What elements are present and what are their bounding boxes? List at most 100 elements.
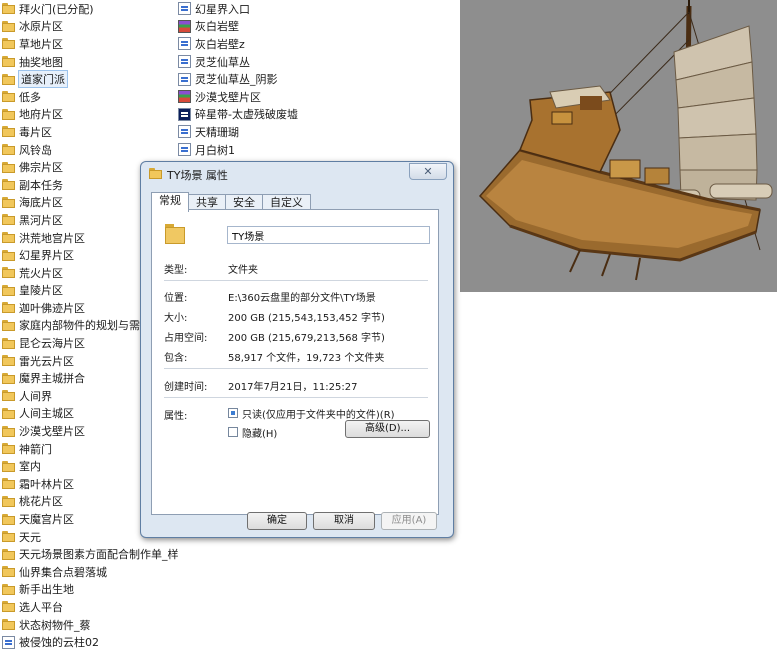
file-list-left-item-label: 沙漠戈壁片区 — [19, 425, 85, 439]
file-list-right-item[interactable]: 碎星带-太虚残破废墟 — [178, 106, 318, 124]
file-list-left-item-label: 昆仑云海片区 — [19, 337, 85, 351]
file-list-right-item[interactable]: 灵芝仙草丛 — [178, 53, 318, 71]
apply-button[interactable]: 应用(A) — [381, 512, 437, 530]
file-list-left-item-label: 地府片区 — [19, 108, 63, 122]
file-list-left-item-label: 被侵蚀的云柱02 — [19, 636, 99, 650]
folder-icon — [2, 3, 15, 15]
file-list-left-item-label: 皇陵片区 — [19, 284, 63, 298]
file-list-left-item[interactable]: 仙界集合点碧落城 — [2, 563, 172, 581]
file-list-right-item-label: 灰白岩壁 — [195, 20, 239, 34]
file-list-right-item[interactable]: 灰白岩壁z — [178, 35, 318, 53]
folder-icon — [149, 168, 162, 179]
file-icon — [178, 37, 191, 51]
dialog-title: TY场景 属性 — [167, 169, 228, 182]
folder-icon — [2, 91, 15, 103]
file-list-left-item-label: 荒火片区 — [19, 266, 63, 280]
folder-icon — [2, 144, 15, 156]
folder-icon — [2, 407, 15, 419]
file-list-right-item[interactable]: 灰白岩壁 — [178, 18, 318, 36]
file-list-left-item[interactable]: 低多 — [2, 88, 172, 106]
file-list-right-item[interactable]: 幻星界入口 — [178, 0, 318, 18]
file-list-left-item-label: 神箭门 — [19, 442, 52, 456]
file-list-left-item-label: 黑河片区 — [19, 213, 63, 227]
file-list-left-item-label: 室内 — [19, 460, 41, 474]
folder-icon — [2, 372, 15, 384]
file-list-left-item-label: 幻星界片区 — [19, 249, 74, 263]
file-icon — [178, 143, 191, 157]
file-list-right-item[interactable]: 月白树1 — [178, 141, 318, 159]
file-list-left-item-label: 雷光云片区 — [19, 354, 74, 368]
file-list-left-item[interactable]: 新手出生地 — [2, 581, 172, 599]
cancel-button[interactable]: 取消 — [313, 512, 375, 530]
file-list-left-item[interactable]: 道家门派 — [2, 70, 172, 89]
divider — [164, 397, 428, 398]
file-list-right-item-label: 灰白岩壁z — [195, 37, 245, 51]
folder-icon — [2, 267, 15, 279]
location-label: 位置: — [164, 293, 188, 304]
tab-general[interactable]: 常规 — [151, 192, 189, 212]
folder-icon — [2, 284, 15, 296]
file-list-right-item[interactable]: 沙漠戈壁片区 — [178, 88, 318, 106]
file-list-left-item-label: 风铃岛 — [19, 143, 52, 157]
folder-icon — [2, 478, 15, 490]
file-icon — [178, 72, 191, 86]
file-list-right-item-label: 幻星界入口 — [195, 2, 250, 16]
advanced-button[interactable]: 高级(D)... — [345, 420, 430, 438]
file-list-left-item-label: 仙界集合点碧落城 — [19, 565, 107, 579]
readonly-checkbox[interactable] — [228, 408, 238, 418]
ok-button[interactable]: 确定 — [247, 512, 307, 530]
file-list-right-item-label: 月白树1 — [195, 143, 235, 157]
file-list-left-item[interactable]: 状态树物件_蔡 — [2, 616, 172, 634]
file-list-right-item-label: 灵芝仙草丛_阴影 — [195, 73, 278, 87]
dialog-titlebar[interactable]: TY场景 属性 ✕ — [141, 162, 453, 184]
file-list-left-item-label: 人间界 — [19, 389, 52, 403]
archive-icon — [178, 90, 191, 104]
properties-dialog: TY场景 属性 ✕ 常规 共享 安全 自定义 类型: 文件夹 位置: E:\36… — [140, 161, 454, 538]
file-list-left-item-label: 桃花片区 — [19, 495, 63, 509]
file-list-left-item-label: 状态树物件_蔡 — [19, 618, 91, 632]
folder-icon — [2, 161, 15, 173]
file-list-left-item[interactable]: 抽奖地图 — [2, 53, 172, 71]
file-list-left-item-label: 天魔宫片区 — [19, 513, 74, 527]
file-list-left-item[interactable]: 天元场景图素方面配合制作单_样 — [2, 545, 179, 563]
file-list-right-item[interactable]: 灵芝仙草丛_阴影 — [178, 70, 318, 88]
folder-icon — [2, 179, 15, 191]
file-list-left-item[interactable]: 拜火门(已分配) — [2, 0, 172, 18]
folder-icon — [2, 460, 15, 472]
file-list-left-item[interactable]: 被侵蚀的云柱02 — [2, 633, 172, 651]
general-panel: 类型: 文件夹 位置: E:\360云盘里的部分文件\TY场景 大小: 200 … — [151, 209, 439, 515]
folder-icon — [2, 196, 15, 208]
archive-icon — [178, 19, 191, 33]
file-list-left-item[interactable]: 毒片区 — [2, 123, 172, 141]
file-list-left-item[interactable]: 选人平台 — [2, 598, 172, 616]
folder-icon — [2, 390, 15, 402]
folder-icon — [2, 425, 15, 437]
file-list-left-item[interactable]: 风铃岛 — [2, 141, 172, 159]
tab-strip: 常规 共享 安全 自定义 — [151, 192, 311, 212]
divider — [164, 368, 428, 369]
file-list-left-item[interactable]: 地府片区 — [2, 106, 172, 124]
folder-name-input[interactable] — [227, 226, 430, 244]
file-list-left-item-label: 抽奖地图 — [19, 55, 63, 69]
file-list-right-item-label: 沙漠戈壁片区 — [195, 90, 261, 104]
file-list-left-item-label: 新手出生地 — [19, 583, 74, 597]
hidden-checkbox[interactable] — [228, 427, 238, 437]
file-list-left-item-label: 海底片区 — [19, 196, 63, 210]
file-list-left-item[interactable]: 冰原片区 — [2, 18, 172, 36]
file-list-right-item[interactable]: 天精珊瑚 — [178, 123, 318, 141]
binary-icon — [178, 107, 191, 121]
file-list-left-item-label: 魔界主城拼合 — [19, 372, 85, 386]
created-value: 2017年7月21日，11:25:27 — [228, 382, 358, 393]
folder-icon — [2, 214, 15, 226]
folder-icon — [2, 38, 15, 50]
close-button[interactable]: ✕ — [409, 163, 447, 180]
file-list-left-item-label: 天元场景图素方面配合制作单_样 — [19, 548, 179, 562]
file-list-left-item-label: 低多 — [19, 90, 41, 104]
file-list-right-item-label: 天精珊瑚 — [195, 125, 239, 139]
folder-icon — [2, 619, 15, 631]
folder-icon — [2, 443, 15, 455]
folder-icon — [2, 583, 15, 595]
file-list-left-item-label: 冰原片区 — [19, 20, 63, 34]
file-list-right-item-label: 碎星带-太虚残破废墟 — [195, 108, 298, 122]
file-list-left-item[interactable]: 草地片区 — [2, 35, 172, 53]
